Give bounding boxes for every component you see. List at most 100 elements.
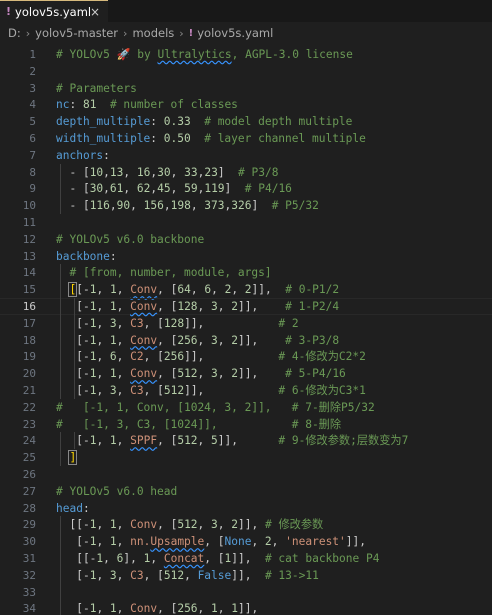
- code-line[interactable]: 31 [[-1, 6], 1, Concat, [1]], # cat back…: [0, 550, 492, 567]
- code-token: Concat: [163, 552, 205, 565]
- code-token: , [: [143, 350, 164, 364]
- code-line[interactable]: 9 - [30,61, 62,45, 59,119] # P4/16: [0, 180, 492, 197]
- code-line[interactable]: 3 # Parameters: [0, 80, 492, 97]
- code-line[interactable]: 14 # [from, number, module, args]: [0, 264, 492, 281]
- code-token: 1: [109, 602, 117, 615]
- code-line[interactable]: 34 [-1, 1, Conv, [256, 1, 1]],: [0, 600, 492, 615]
- code-token: nn.: [130, 535, 151, 549]
- line-code: # YOLOv5 v6.0 head: [56, 483, 177, 500]
- code-line[interactable]: 23 # [-1, 3, C3, [1024]], # 8-删除: [0, 416, 492, 433]
- code-token: ,: [116, 518, 131, 532]
- line-code: - [30,61, 62,45, 59,119] # P4/16: [56, 180, 291, 197]
- breadcrumb-item-models[interactable]: models: [132, 26, 174, 40]
- line-number: 15: [22, 283, 36, 297]
- code-token: depth_multiple: [56, 115, 151, 129]
- code-token: ]: [251, 199, 272, 213]
- code-line[interactable]: 30 [-1, 1, nn.Upsample, [None, 2, 'neare…: [0, 533, 492, 550]
- code-token: ,: [103, 552, 117, 565]
- code-token: ],: [123, 552, 144, 565]
- line-number: 31: [22, 552, 36, 565]
- code-line[interactable]: 32 [-1, 3, C3, [512, False]], # 13->11: [0, 567, 492, 584]
- code-line[interactable]: 5 depth_multiple: 0.33 # model depth mult…: [0, 113, 492, 130]
- code-token: ]: [68, 450, 78, 466]
- code-token: 3: [211, 518, 218, 532]
- code-token: # 6-修改为C3*1: [278, 384, 366, 397]
- line-code: # YOLOv5 v6.0 backbone: [56, 231, 204, 248]
- code-token: 128: [177, 300, 198, 313]
- code-token: ,: [116, 602, 131, 615]
- tab-yolov5s-yaml[interactable]: ! yolov5s.yaml ×: [0, 0, 108, 22]
- code-line[interactable]: 10 - [116,90, 156,198, 373,326] # P5/32: [0, 197, 492, 214]
- code-line[interactable]: 2: [0, 63, 492, 80]
- code-token: 2: [264, 535, 272, 549]
- yaml-icon: !: [188, 27, 194, 39]
- code-line[interactable]: 15 [[-1, 1, Conv, [64, 6, 2, 2]], # 0-P1…: [0, 281, 492, 298]
- line-code: [-1, 1, Conv, [512, 3, 2]], # 5-P4/16: [56, 365, 346, 382]
- code-line[interactable]: 4 nc: 81 # number of classes: [0, 96, 492, 113]
- breadcrumb-item-folder[interactable]: yolov5-master: [35, 26, 118, 40]
- code-line[interactable]: 29 [[-1, 1, Conv, [512, 3, 2]], # 修改参数: [0, 516, 492, 533]
- code-token: , [: [143, 316, 164, 330]
- code-token: [-: [56, 568, 90, 582]
- code-token: # cat backbone P4: [264, 552, 380, 565]
- code-token: 81: [82, 98, 97, 112]
- close-icon[interactable]: ×: [90, 5, 100, 19]
- code-line[interactable]: 28 head:: [0, 500, 492, 517]
- code-token: [-: [56, 300, 90, 313]
- code-line[interactable]: 33: [0, 584, 492, 601]
- code-token: anchors: [56, 148, 104, 162]
- code-token: # P3/8: [238, 165, 279, 179]
- code-line[interactable]: 22 # [-1, 1, Conv, [1024, 3, 2]], # 7-删除P…: [0, 399, 492, 416]
- code-token: ,: [103, 182, 110, 196]
- code-token: Conv: [130, 602, 158, 615]
- code-token: # 1-P2/4: [285, 300, 340, 313]
- code-token: ,: [96, 434, 110, 448]
- code-line[interactable]: 6 width_multiple: 0.50 # layer channel mu…: [0, 130, 492, 147]
- code-line[interactable]: 27 # YOLOv5 v6.0 head: [0, 483, 492, 500]
- line-number: 2: [29, 64, 36, 78]
- code-token: 1: [109, 333, 117, 347]
- code-token: 3: [211, 300, 218, 313]
- code-token: 30: [157, 165, 171, 179]
- code-line[interactable]: 12 # YOLOv5 v6.0 backbone: [0, 231, 492, 248]
- code-token: 59: [184, 182, 198, 196]
- breadcrumb-item-drive[interactable]: D:: [8, 26, 21, 40]
- code-token: ,: [96, 518, 110, 532]
- code-line[interactable]: 7 anchors:: [0, 147, 492, 164]
- code-token: ,: [116, 283, 131, 297]
- code-line[interactable]: 13 backbone:: [0, 248, 492, 265]
- code-editor[interactable]: 1 # YOLOv5 🚀 by Ultralytics, AGPL-3.0 lic…: [0, 44, 492, 615]
- code-token: Conv: [130, 367, 158, 381]
- line-code: [-1, 3, C3, [512, False]], # 13->11: [56, 567, 319, 584]
- code-token: :: [69, 98, 83, 112]
- code-token: ,: [116, 316, 131, 330]
- code-token: :: [109, 249, 117, 263]
- code-token: ,: [96, 333, 110, 347]
- breadcrumb-item-file[interactable]: yolov5s.yaml: [197, 26, 273, 40]
- code-token: 116: [89, 199, 110, 213]
- code-token: , [: [157, 602, 178, 615]
- code-token: ]],: [184, 316, 205, 330]
- code-token: Conv: [130, 333, 158, 347]
- code-token: # [-1, 3, C3, [1024]], # 8-删除: [56, 417, 342, 431]
- code-token: ,: [197, 300, 212, 313]
- code-token: # 13->11: [264, 568, 319, 582]
- indent-guide: [60, 163, 61, 214]
- code-line[interactable]: 26: [0, 466, 492, 483]
- line-number: 17: [22, 316, 36, 330]
- code-token: Conv: [130, 300, 158, 313]
- code-token: Ultralytics: [157, 48, 232, 61]
- code-line[interactable]: 11: [0, 214, 492, 231]
- code-token: ,: [163, 199, 171, 213]
- code-token: by: [130, 48, 158, 61]
- code-line[interactable]: 25 ]: [0, 449, 492, 466]
- code-token: ,: [271, 535, 286, 549]
- code-token: 326: [231, 199, 252, 213]
- code-token: ]: [224, 182, 245, 196]
- code-line[interactable]: 1 # YOLOv5 🚀 by Ultralytics, AGPL-3.0 lic…: [0, 46, 492, 63]
- code-line[interactable]: 8 - [10,13, 16,30, 33,23] # P3/8: [0, 164, 492, 181]
- code-token: # YOLOv5: [56, 48, 117, 61]
